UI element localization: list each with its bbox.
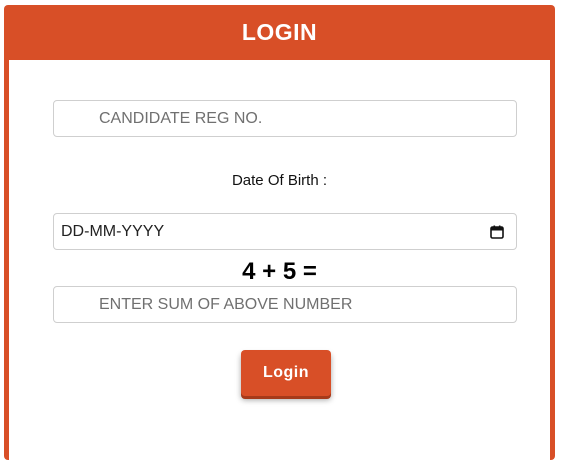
reg-no-placeholder: CANDIDATE REG NO.: [99, 109, 263, 127]
dob-date-input[interactable]: DD-MM-YYYY: [53, 213, 517, 250]
sum-placeholder: ENTER SUM OF ABOVE NUMBER: [99, 295, 353, 313]
login-form: CANDIDATE REG NO. Date Of Birth : DD-MM-…: [9, 60, 550, 460]
login-button[interactable]: Login: [241, 350, 331, 396]
captcha-sum-input[interactable]: ENTER SUM OF ABOVE NUMBER: [53, 286, 517, 323]
dob-label: Date Of Birth :: [231, 172, 328, 189]
login-panel: LOGIN CANDIDATE REG NO. Date Of Birth : …: [4, 5, 555, 460]
panel-title: LOGIN: [241, 19, 318, 45]
dob-value: DD-MM-YYYY: [61, 222, 165, 240]
candidate-reg-no-input[interactable]: CANDIDATE REG NO.: [53, 100, 517, 137]
calendar-icon[interactable]: [490, 225, 504, 239]
captcha-question: 4 + 5 =: [242, 258, 317, 285]
